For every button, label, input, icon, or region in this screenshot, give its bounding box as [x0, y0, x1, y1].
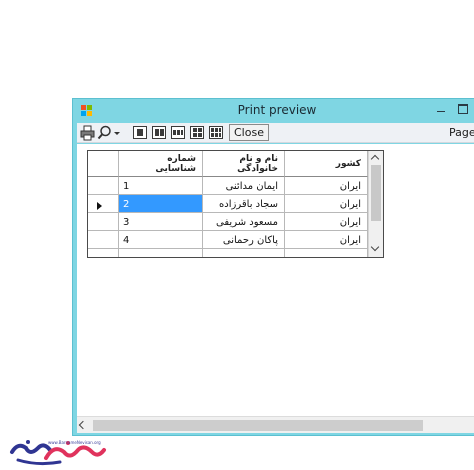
horizontal-scroll-thumb[interactable]: [93, 420, 423, 431]
three-pages-icon[interactable]: [171, 126, 185, 139]
cell-id[interactable]: 3: [119, 213, 203, 231]
row-header[interactable]: [88, 249, 119, 257]
chevron-left-icon[interactable]: [78, 420, 88, 430]
chevron-down-icon[interactable]: [370, 242, 380, 252]
cell-country[interactable]: ایران: [285, 231, 368, 249]
cell-id[interactable]: [119, 249, 203, 257]
column-header-name-line2: خانوادگی: [237, 164, 278, 174]
one-page-icon[interactable]: [133, 126, 147, 139]
column-header-name-line1: نام و نام: [239, 154, 278, 164]
grid-corner-header: [88, 151, 119, 177]
cell-name[interactable]: پاکان رحمانی: [203, 231, 285, 249]
row-header-current[interactable]: [88, 195, 119, 213]
page-label: Page: [449, 126, 474, 139]
window-title: Print preview: [237, 103, 317, 117]
cell-id-selected[interactable]: 2: [119, 195, 203, 213]
cell-id[interactable]: 4: [119, 231, 203, 249]
column-header-id-line2: شناسایی: [155, 164, 196, 174]
preview-area: شماره شناسایی نام و نام خانوادگی کشور 1 …: [77, 144, 474, 416]
cell-name[interactable]: ایمان مدائنی: [203, 177, 285, 195]
grid-scroll-thumb[interactable]: [371, 165, 381, 221]
watermark-url: www.BarnameNevisan.org: [48, 440, 101, 445]
stage: Print preview Close Page شماره شناسایی ن…: [0, 0, 474, 470]
cell-name[interactable]: مسعود شریفی: [203, 213, 285, 231]
close-button[interactable]: Close: [229, 124, 269, 141]
column-header-id-line1: شماره: [167, 154, 196, 164]
chevron-down-icon[interactable]: [113, 125, 121, 141]
maximize-button[interactable]: [453, 101, 473, 119]
cell-country[interactable]: ایران: [285, 213, 368, 231]
cell-name[interactable]: سجاد باقرزاده: [203, 195, 285, 213]
current-row-pointer-icon: [97, 202, 102, 210]
chevron-up-icon[interactable]: [370, 154, 380, 164]
two-pages-icon[interactable]: [152, 126, 166, 139]
cell-name[interactable]: [203, 249, 285, 257]
four-pages-icon[interactable]: [190, 126, 204, 139]
row-header[interactable]: [88, 177, 119, 195]
horizontal-scrollbar[interactable]: [77, 416, 474, 433]
data-grid[interactable]: شماره شناسایی نام و نام خانوادگی کشور 1 …: [87, 150, 384, 258]
cell-country[interactable]: ایران: [285, 195, 368, 213]
column-header-country[interactable]: کشور: [285, 151, 368, 177]
cell-country[interactable]: ایران: [285, 177, 368, 195]
column-header-name[interactable]: نام و نام خانوادگی: [203, 151, 285, 177]
cell-country[interactable]: [285, 249, 368, 257]
title-bar[interactable]: Print preview: [73, 99, 474, 123]
grid-vertical-scrollbar[interactable]: [368, 151, 383, 257]
cell-id[interactable]: 1: [119, 177, 203, 195]
minimize-button[interactable]: [431, 101, 451, 119]
zoom-icon[interactable]: [97, 125, 112, 141]
column-header-id[interactable]: شماره شناسایی: [119, 151, 203, 177]
toolbar: Close Page: [77, 123, 474, 143]
print-preview-window: Print preview Close Page شماره شناسایی ن…: [72, 98, 474, 436]
print-icon[interactable]: [80, 125, 95, 141]
row-header[interactable]: [88, 231, 119, 249]
row-header[interactable]: [88, 213, 119, 231]
column-header-country-label: کشور: [335, 159, 361, 169]
six-pages-icon[interactable]: [209, 126, 223, 139]
